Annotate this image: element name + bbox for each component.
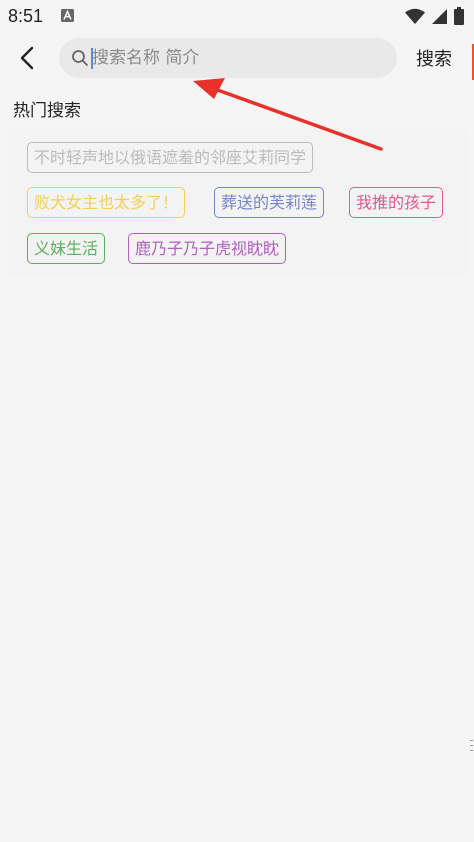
- hot-tag-label: 义妹生活: [34, 239, 99, 258]
- hot-tag-label: 我推的孩子: [356, 193, 437, 212]
- a-text-icon: [61, 9, 74, 22]
- chevron-left-icon: [20, 46, 34, 70]
- hot-tag-label: 败犬女主也太多了！: [34, 193, 179, 212]
- search-screen: 8:51 搜索名称 简介 搜索 热门搜索 不时轻声地以俄语遮羞的邻座艾莉同学 败…: [0, 0, 474, 842]
- hot-search-title: 热门搜索: [13, 101, 81, 121]
- search-button[interactable]: 搜索: [416, 45, 452, 71]
- hot-tag[interactable]: 鹿乃子乃子虎视眈眈: [128, 233, 287, 264]
- status-icons: [405, 7, 464, 25]
- edge-marks: [470, 740, 473, 751]
- status-bar: 8:51: [0, 0, 474, 32]
- status-time: 8:51: [8, 6, 44, 26]
- hot-tag[interactable]: 我推的孩子: [349, 187, 444, 218]
- search-toolbar: 搜索: [0, 36, 474, 80]
- wifi-icon: [405, 8, 425, 24]
- search-box[interactable]: [59, 38, 397, 78]
- hot-tag[interactable]: 不时轻声地以俄语遮羞的邻座艾莉同学: [27, 142, 314, 173]
- search-icon: [72, 50, 88, 66]
- hot-tag-label: 鹿乃子乃子虎视眈眈: [135, 239, 280, 258]
- hot-tag[interactable]: 葬送的芙莉莲: [214, 187, 325, 218]
- battery-icon: [454, 7, 464, 25]
- hot-tag-label: 葬送的芙莉莲: [221, 193, 318, 212]
- back-button[interactable]: [12, 42, 42, 74]
- signal-icon: [432, 8, 447, 24]
- hot-tag[interactable]: 败犬女主也太多了！: [27, 187, 186, 218]
- text-cursor: [91, 48, 93, 69]
- search-input[interactable]: [92, 38, 382, 78]
- hot-tag-label: 不时轻声地以俄语遮羞的邻座艾莉同学: [34, 148, 307, 167]
- hot-tag[interactable]: 义妹生活: [27, 233, 106, 264]
